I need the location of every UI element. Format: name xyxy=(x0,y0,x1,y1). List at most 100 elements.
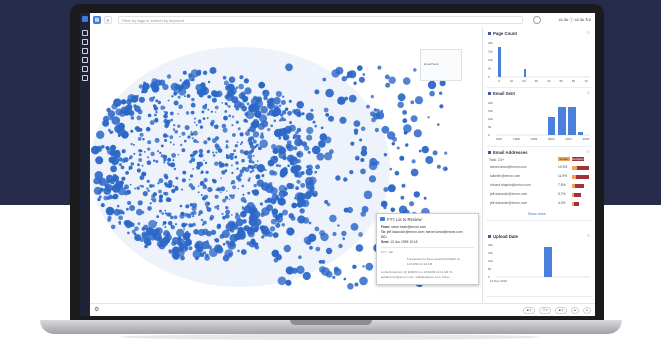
document-dot[interactable] xyxy=(231,153,235,156)
document-dot[interactable] xyxy=(171,95,174,98)
document-dot[interactable] xyxy=(191,137,194,140)
document-dot[interactable] xyxy=(121,149,126,154)
filter-icon[interactable] xyxy=(82,66,88,72)
document-dot[interactable] xyxy=(160,144,164,148)
document-dot[interactable] xyxy=(193,117,197,120)
document-dot[interactable] xyxy=(240,91,246,97)
document-dot[interactable] xyxy=(223,80,229,86)
document-dot[interactable] xyxy=(230,221,237,227)
document-dot[interactable] xyxy=(178,135,181,138)
document-dot[interactable] xyxy=(335,175,341,181)
document-dot[interactable] xyxy=(136,168,141,173)
document-dot[interactable] xyxy=(278,136,282,140)
document-dot[interactable] xyxy=(289,156,299,166)
document-dot[interactable] xyxy=(158,178,164,184)
document-dot[interactable] xyxy=(139,132,144,137)
document-dot[interactable] xyxy=(444,167,448,171)
document-dot[interactable] xyxy=(245,131,250,136)
document-dot[interactable] xyxy=(202,228,209,235)
document-dot[interactable] xyxy=(239,143,242,146)
document-dot[interactable] xyxy=(315,164,320,170)
document-dot[interactable] xyxy=(325,88,334,98)
document-dot[interactable] xyxy=(173,124,176,127)
document-dot[interactable] xyxy=(266,98,273,105)
document-dot[interactable] xyxy=(138,158,143,162)
document-dot[interactable] xyxy=(167,99,170,102)
email-row[interactable]: jeff.dasovich@enron.com 4.2% xyxy=(490,201,590,206)
document-dot[interactable] xyxy=(179,204,183,208)
document-dot[interactable] xyxy=(402,110,407,115)
document-dot[interactable] xyxy=(168,163,172,167)
document-dot[interactable] xyxy=(244,167,250,173)
document-dot[interactable] xyxy=(222,243,226,246)
document-dot[interactable] xyxy=(235,161,239,165)
document-dot[interactable] xyxy=(191,97,195,102)
document-dot[interactable] xyxy=(198,148,204,154)
document-dot[interactable] xyxy=(139,175,145,181)
document-dot[interactable] xyxy=(291,267,298,274)
document-dot[interactable] xyxy=(274,214,280,220)
document-dot[interactable] xyxy=(184,95,186,98)
document-dot[interactable] xyxy=(198,161,204,167)
document-dot[interactable] xyxy=(192,168,195,170)
document-dot[interactable] xyxy=(206,117,209,119)
document-dot[interactable] xyxy=(255,144,258,148)
document-dot[interactable] xyxy=(163,158,167,162)
document-dot[interactable] xyxy=(198,154,202,158)
document-dot[interactable] xyxy=(410,168,419,177)
document-dot[interactable] xyxy=(296,101,304,109)
document-dot[interactable] xyxy=(134,226,139,231)
document-dot[interactable] xyxy=(168,221,173,226)
document-dot[interactable] xyxy=(127,231,130,235)
document-dot[interactable] xyxy=(178,87,187,96)
document-dot[interactable] xyxy=(188,183,193,188)
document-dot[interactable] xyxy=(252,131,260,138)
document-dot[interactable] xyxy=(177,124,181,128)
document-dot[interactable] xyxy=(180,143,183,147)
document-dot[interactable] xyxy=(224,169,228,173)
document-dot[interactable] xyxy=(229,227,235,233)
document-dot[interactable] xyxy=(230,182,233,185)
document-dot[interactable] xyxy=(212,151,215,154)
document-dot[interactable] xyxy=(296,265,305,274)
document-dot[interactable] xyxy=(184,125,190,131)
document-dot[interactable] xyxy=(147,147,151,151)
document-dot[interactable] xyxy=(421,145,429,154)
document-dot[interactable] xyxy=(362,265,365,268)
document-dot[interactable] xyxy=(221,212,224,216)
document-dot[interactable] xyxy=(261,207,270,216)
document-dot[interactable] xyxy=(108,194,113,200)
document-dot[interactable] xyxy=(385,82,391,88)
document-dot[interactable] xyxy=(289,121,292,124)
document-dot[interactable] xyxy=(207,137,211,141)
document-dot[interactable] xyxy=(218,161,222,165)
document-dot[interactable] xyxy=(294,192,304,201)
document-dot[interactable] xyxy=(201,171,204,174)
document-dot[interactable] xyxy=(201,110,205,114)
document-dot[interactable] xyxy=(145,227,154,235)
document-dot[interactable] xyxy=(199,181,204,186)
document-dot[interactable] xyxy=(123,191,128,196)
document-dot[interactable] xyxy=(159,151,162,155)
document-dot[interactable] xyxy=(397,101,405,109)
document-dot[interactable] xyxy=(177,95,181,99)
document-dot[interactable] xyxy=(155,99,159,103)
grid-button[interactable]: ☷ ▾ xyxy=(539,307,551,314)
document-dot[interactable] xyxy=(151,194,156,199)
document-dot[interactable] xyxy=(202,196,207,201)
document-dot[interactable] xyxy=(377,65,382,70)
document-dot[interactable] xyxy=(138,153,142,157)
document-dot[interactable] xyxy=(182,243,189,249)
up-button[interactable]: ▲ xyxy=(571,307,579,314)
document-dot[interactable] xyxy=(383,153,388,157)
document-dot[interactable] xyxy=(169,141,172,144)
document-dot[interactable] xyxy=(352,264,357,269)
search-icon[interactable] xyxy=(82,75,88,81)
document-dot[interactable] xyxy=(203,159,205,162)
document-dot[interactable] xyxy=(241,105,248,112)
document-dot[interactable] xyxy=(221,102,223,104)
document-dot[interactable] xyxy=(130,162,134,166)
document-dot[interactable] xyxy=(216,223,222,228)
document-dot[interactable] xyxy=(111,116,121,125)
document-dot[interactable] xyxy=(360,126,366,132)
